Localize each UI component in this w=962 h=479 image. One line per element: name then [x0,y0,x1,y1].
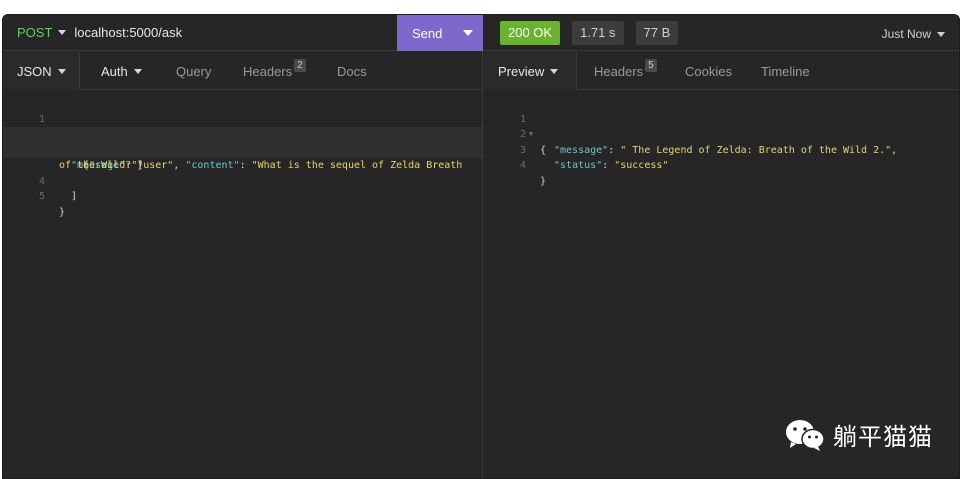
watermark-text: 躺平猫猫 [833,423,933,451]
code-line: 4 ] [3,158,482,203]
tab-response-headers-label: Headers [594,63,644,79]
code-line: 1 ▼ { [3,96,482,156]
tab-docs[interactable]: Docs [337,52,367,90]
headers-count-badge: 2 [294,58,306,72]
url-input[interactable]: localhost:5000/ask [74,25,182,40]
chevron-down-icon [937,31,945,37]
tab-cookies[interactable]: Cookies [685,52,732,90]
code-line-highlighted: 3 {"role": "user", "content": "What is t… [3,127,482,171]
watermark: 躺平猫猫 [785,417,933,452]
send-button[interactable]: Send [397,15,483,51]
tab-timeline[interactable]: Timeline [761,52,810,90]
method-label: POST [17,25,53,40]
tab-preview-label: Preview [498,63,545,79]
tab-json-label: JSON [17,63,52,79]
send-options-chevron-icon[interactable] [463,30,473,36]
chevron-down-icon [58,30,67,35]
json-key: "status" [554,160,603,171]
app-window: POST localhost:5000/ask Send JSON Auth Q… [2,14,960,479]
code-line: 3 "status": "success" [484,127,959,172]
chevron-down-icon [57,68,66,74]
response-time: 1.71 s [572,20,624,45]
tab-preview[interactable]: Preview [484,52,577,90]
history-label: Just Now [881,27,931,41]
send-label: Send [412,25,443,41]
code-line: 2 ▼ "message": [ [3,112,482,171]
response-size: 77 B [635,20,679,45]
code-line: 2 "message": " The Legend of Zelda: Brea… [484,112,959,156]
response-tabs: Preview Headers 5 Cookies Timeline [484,52,959,90]
code-text: "status": "success" [554,160,669,171]
request-body-editor[interactable]: 1 ▼ { 2 ▼ "message": [ 3 {"role": "user"… [3,96,482,218]
code-text: } [540,175,547,187]
code-line: 5 } [3,174,482,218]
tab-timeline-label: Timeline [761,63,810,79]
code-text: ] [71,191,78,202]
tab-response-headers[interactable]: Headers 5 [594,52,657,90]
line-number: 4 [519,160,526,171]
method-select[interactable]: POST [17,25,67,40]
tab-query[interactable]: Query [176,52,211,90]
request-pane: POST localhost:5000/ask Send JSON Auth Q… [3,15,483,478]
wechat-icon [786,419,825,451]
request-tabs: JSON Auth Query Headers 2 Docs [3,52,482,90]
tab-auth[interactable]: Auth [101,52,142,90]
response-status-bar: 200 OK 1.71 s 77 B Just Now [484,15,959,51]
tab-docs-label: Docs [337,63,367,79]
tab-headers[interactable]: Headers 2 [243,52,306,90]
response-headers-count-badge: 5 [645,58,657,72]
chevron-down-icon [133,68,142,74]
code-line: 1 ▼ { [484,96,959,156]
code-line-wrapped: of the Wild?"} [3,142,482,171]
tab-auth-label: Auth [101,63,128,79]
json-value: "success" [614,160,669,171]
code-text: } [59,206,66,218]
chevron-down-icon [550,68,559,74]
response-body-viewer: 1 ▼ { 2 "message": " The Legend of Zelda… [484,96,959,187]
line-number: 5 [38,191,45,202]
code-line: 4 } [484,143,959,187]
status-badge: 200 OK [500,20,561,45]
tab-json[interactable]: JSON [3,52,80,90]
tab-query-label: Query [176,63,212,79]
history-dropdown[interactable]: Just Now [882,27,945,41]
tab-cookies-label: Cookies [685,63,732,79]
response-pane: 200 OK 1.71 s 77 B Just Now Preview Head… [484,15,959,478]
url-bar: POST localhost:5000/ask Send [3,15,483,51]
tab-headers-label: Headers [243,63,293,79]
